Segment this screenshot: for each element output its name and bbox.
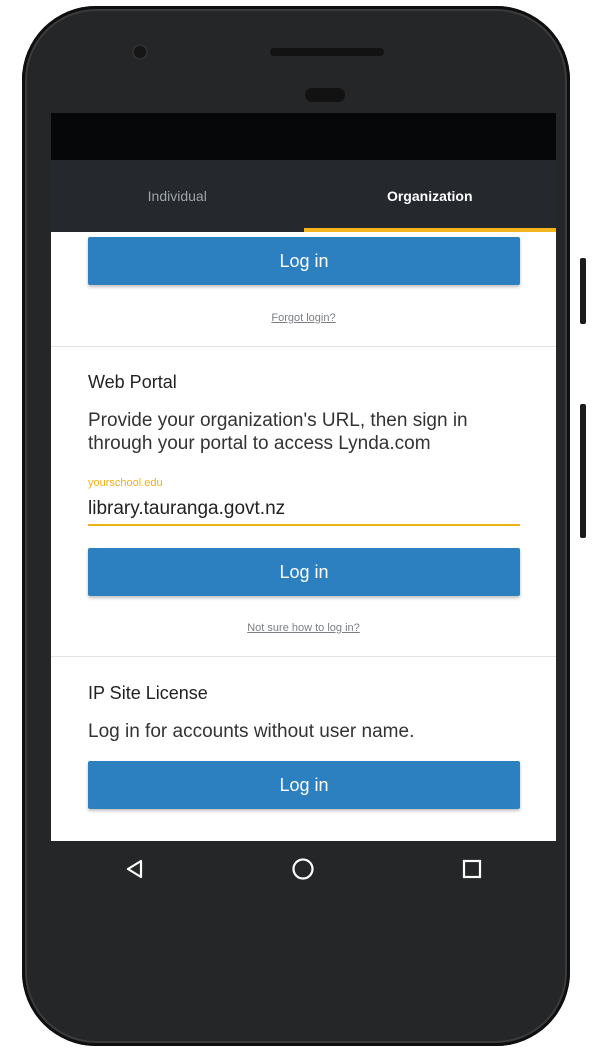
- organization-login-content: Log in Forgot login? Web Portal Provide …: [51, 232, 556, 841]
- login-tabs: Individual Organization: [51, 160, 556, 232]
- volume-button[interactable]: [580, 404, 586, 538]
- screen: Individual Organization Log in Forgot lo…: [51, 113, 556, 841]
- proximity-sensor: [305, 88, 345, 102]
- recents-icon[interactable]: [442, 841, 502, 897]
- ip-license-description: Log in for accounts without user name.: [88, 721, 415, 742]
- web-portal-login-button[interactable]: Log in: [88, 548, 520, 596]
- login-help-link[interactable]: Not sure how to log in?: [51, 622, 556, 634]
- section-divider: [51, 346, 556, 347]
- power-button[interactable]: [580, 258, 586, 324]
- forgot-login-link[interactable]: Forgot login?: [51, 312, 556, 324]
- web-portal-description: Provide your organization's URL, then si…: [88, 410, 468, 454]
- portal-url-input[interactable]: [88, 494, 520, 526]
- back-icon[interactable]: [105, 841, 165, 897]
- front-camera: [134, 46, 146, 58]
- tab-organization[interactable]: Organization: [303, 160, 557, 232]
- ip-license-title: IP Site License: [88, 683, 208, 703]
- status-bar: [51, 113, 556, 160]
- web-portal-title: Web Portal: [88, 372, 177, 392]
- section-divider: [51, 656, 556, 657]
- portal-url-label: yourschool.edu: [88, 477, 163, 489]
- tab-individual[interactable]: Individual: [51, 160, 304, 232]
- android-nav-bar: [51, 841, 556, 897]
- earpiece-speaker: [270, 48, 384, 56]
- ip-license-login-button[interactable]: Log in: [88, 761, 520, 809]
- sso-login-button[interactable]: Log in: [88, 237, 520, 285]
- home-icon[interactable]: [273, 841, 333, 897]
